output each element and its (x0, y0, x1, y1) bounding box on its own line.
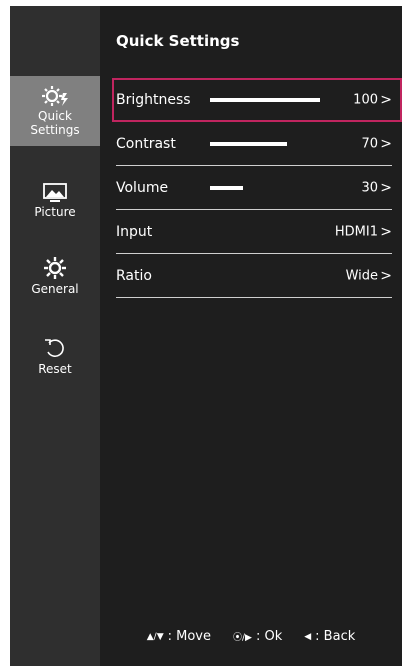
contrast-slider-fill (210, 142, 287, 146)
osd-menu: Quick Settings Picture General Reset Qui… (10, 6, 402, 666)
hint-label: : Move (167, 629, 211, 644)
sidebar-item-general[interactable]: General (10, 241, 100, 311)
sidebar-item-label: General (31, 282, 79, 296)
footer-hints: ▲/▼ : Move ⦿/▶ : Ok ◀ : Back (100, 629, 402, 644)
sidebar-item-quick-settings[interactable]: Quick Settings (10, 76, 100, 146)
setting-label: Ratio (116, 268, 152, 284)
sidebar-item-picture[interactable]: Picture (10, 166, 100, 236)
setting-label: Brightness (116, 92, 191, 108)
page-title: Quick Settings (116, 32, 240, 50)
chevron-right-icon: > (380, 136, 392, 152)
setting-row-contrast[interactable]: Contrast 70 > (116, 122, 392, 166)
setting-row-input[interactable]: Input HDMI1 > (116, 210, 392, 254)
setting-value: 30 (361, 180, 378, 196)
brightness-slider[interactable] (210, 98, 320, 102)
main-panel: Quick Settings Brightness 100 > Contrast… (112, 6, 402, 666)
gear-icon (44, 257, 66, 279)
setting-label: Contrast (116, 136, 176, 152)
setting-label: Volume (116, 180, 169, 196)
back-arrow-icon: ◀ (304, 631, 312, 642)
hint-move: ▲/▼ : Move (147, 629, 211, 644)
up-down-arrow-icon: ▲/▼ (146, 631, 164, 642)
chevron-right-icon: > (380, 268, 392, 284)
sidebar-item-label: Quick Settings (30, 109, 80, 137)
volume-slider[interactable] (210, 186, 320, 190)
hint-label: : Back (315, 629, 356, 644)
picture-icon (43, 183, 67, 202)
setting-value: HDMI1 (334, 224, 378, 240)
chevron-right-icon: > (380, 180, 392, 196)
hint-ok: ⦿/▶ : Ok (233, 629, 282, 644)
chevron-right-icon: > (380, 92, 392, 108)
sidebar-item-reset[interactable]: Reset (10, 321, 100, 391)
reset-icon (45, 339, 64, 358)
setting-row-ratio[interactable]: Ratio Wide > (116, 254, 392, 298)
divider (116, 297, 392, 298)
brightness-slider-fill (210, 98, 320, 102)
ok-button-icon: ⦿/▶ (233, 633, 252, 643)
setting-value: 70 (361, 136, 378, 152)
setting-row-volume[interactable]: Volume 30 > (116, 166, 392, 210)
setting-value: Wide (345, 268, 378, 284)
setting-value: 100 (353, 92, 378, 108)
hint-back: ◀ : Back (304, 629, 355, 644)
quick-settings-icon (42, 86, 68, 106)
sidebar-item-label: Reset (38, 362, 72, 376)
setting-label: Input (116, 224, 153, 240)
sidebar-item-label: Picture (34, 205, 76, 219)
contrast-slider[interactable] (210, 142, 320, 146)
hint-label: : Ok (255, 629, 283, 644)
setting-row-brightness[interactable]: Brightness 100 > (116, 78, 392, 122)
volume-slider-fill (210, 186, 243, 190)
sidebar: Quick Settings Picture General Reset (10, 6, 100, 666)
chevron-right-icon: > (380, 224, 392, 240)
